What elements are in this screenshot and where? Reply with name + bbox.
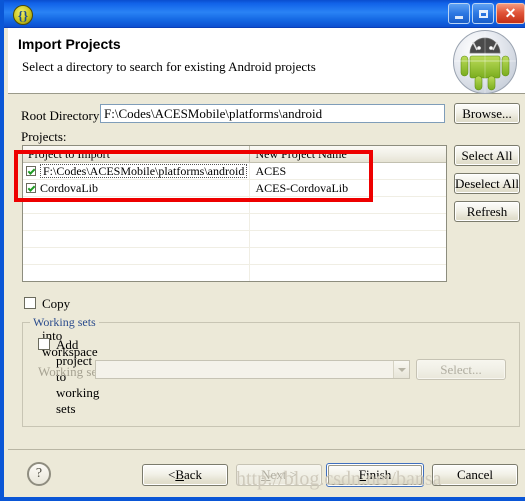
table-row[interactable]: F:\Codes\ACESMobile\platforms\android AC… [23, 163, 446, 180]
page-description: Select a directory to search for existin… [22, 59, 316, 74]
table-row-empty [23, 265, 446, 281]
finish-button[interactable]: Finish [326, 463, 424, 487]
cell-new-name: ACES [255, 163, 287, 178]
refresh-button[interactable]: Refresh [454, 201, 520, 222]
table-row-empty [23, 197, 446, 214]
working-sets-select-button[interactable]: Select... [416, 359, 506, 380]
close-button[interactable]: ✕ [496, 3, 525, 24]
dialog-footer: ? < Back Next > Finish Cancel [8, 449, 525, 497]
window-frame: {} ✕ Import Projects Select a directory … [0, 0, 525, 501]
cell-project-path: CordovaLib [40, 180, 98, 195]
projects-label: Projects: [21, 129, 67, 144]
root-directory-input[interactable] [100, 104, 445, 123]
table-header-row: Project to Import New Project Name [23, 146, 446, 163]
browse-button[interactable]: Browse... [454, 103, 520, 124]
working-sets-combobox[interactable] [95, 360, 410, 379]
cell-new-name: ACES-CordovaLib [255, 180, 349, 195]
table-row-empty [23, 231, 446, 248]
table-row[interactable]: CordovaLib ACES-CordovaLib [23, 180, 446, 197]
column-header-new-project-name[interactable]: New Project Name [250, 146, 446, 162]
cancel-button[interactable]: Cancel [432, 464, 518, 486]
select-all-button[interactable]: Select All [454, 145, 520, 166]
deselect-all-button[interactable]: Deselect All [454, 173, 520, 194]
import-projects-dialog: {} ✕ Import Projects Select a directory … [0, 0, 525, 501]
android-robot-logo [453, 30, 517, 94]
minimize-button[interactable] [448, 3, 470, 24]
column-header-project-to-import[interactable]: Project to Import [23, 146, 251, 162]
eclipse-icon: {} [13, 5, 33, 25]
add-project-checkbox[interactable] [38, 338, 50, 350]
maximize-button[interactable] [472, 3, 494, 24]
close-icon: ✕ [504, 5, 517, 21]
help-icon[interactable]: ? [27, 462, 51, 486]
title-bar[interactable]: {} ✕ [4, 0, 525, 28]
projects-table[interactable]: Project to Import New Project Name F:\Co… [22, 145, 447, 282]
dialog-body: Root Directory: Browse... Projects: Proj… [8, 94, 525, 449]
window-controls: ✕ [448, 3, 525, 24]
table-row-empty [23, 214, 446, 231]
page-title: Import Projects [18, 36, 121, 52]
chevron-down-icon[interactable] [393, 361, 409, 378]
row-checkbox[interactable] [26, 166, 36, 176]
copy-projects-checkbox[interactable] [24, 297, 36, 309]
table-row-empty [23, 248, 446, 265]
working-sets-group-label: Working sets [30, 315, 99, 330]
root-directory-label: Root Directory: [21, 108, 103, 123]
dialog-header: Import Projects Select a directory to se… [8, 28, 525, 94]
next-button: Next > [236, 464, 322, 486]
row-checkbox[interactable] [26, 183, 36, 193]
back-button[interactable]: < Back [142, 464, 228, 486]
cell-project-path: F:\Codes\ACESMobile\platforms\android [40, 164, 248, 178]
